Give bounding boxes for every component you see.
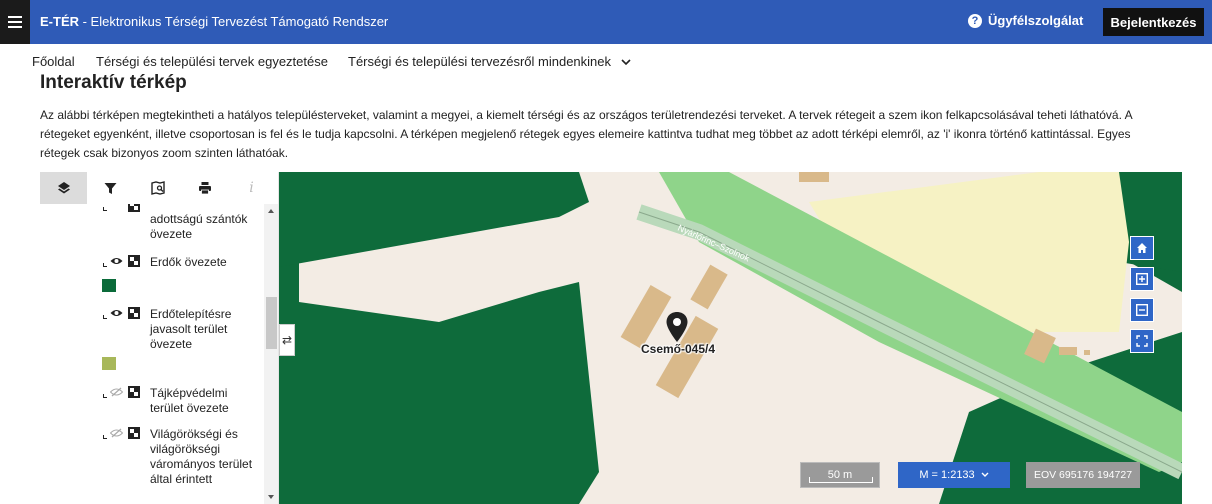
app-title[interactable]: E-TÉR - Elektronikus Térségi Tervezést T… — [40, 14, 388, 29]
tab-print[interactable] — [181, 172, 228, 204]
eye-icon[interactable] — [110, 308, 123, 318]
tab-filter[interactable] — [87, 172, 134, 204]
eye-off-icon[interactable] — [110, 387, 123, 397]
layer-list: adottságú szántók övezete Erdők övezete … — [40, 204, 265, 504]
panel-collapse-button[interactable]: ⇄ — [279, 324, 295, 356]
app-brand: E-TÉR — [40, 14, 79, 29]
expand-arrow-icon[interactable] — [102, 312, 110, 320]
nav-item-plan-coordination[interactable]: Térségi és települési tervek egyeztetése — [96, 54, 328, 69]
help-icon: ? — [968, 13, 982, 28]
layer-label: Erdőtelepítésre javasolt terület övezete — [150, 307, 232, 351]
scale-select[interactable]: M = 1:2133 — [898, 462, 1010, 488]
scale-bar: 50 m — [800, 462, 880, 488]
layer-controls — [102, 204, 148, 216]
parcel-label[interactable]: Csemő-045/4 — [641, 342, 715, 356]
checkerboard-icon[interactable] — [128, 204, 140, 212]
expand-arrow-icon[interactable] — [102, 391, 110, 399]
support-link[interactable]: ? Ügyfélszolgálat — [968, 13, 1083, 28]
support-label: Ügyfélszolgálat — [988, 13, 1084, 28]
layer-list-scrollbar[interactable] — [264, 204, 278, 504]
nav-item-planning-label: Térségi és települési tervezésről minden… — [348, 54, 612, 69]
print-icon — [198, 182, 211, 195]
layer-label: Világörökségi és világörökségi várományo… — [150, 427, 253, 486]
layer-label: Erdők övezete — [150, 255, 227, 269]
filter-icon — [104, 182, 117, 194]
layer-controls — [102, 306, 148, 322]
checkerboard-icon[interactable] — [128, 427, 140, 439]
menu-icon — [8, 16, 22, 28]
scroll-up-icon[interactable] — [268, 209, 274, 213]
coordinate-readout: EOV 695176 194727 — [1026, 462, 1140, 488]
nav-item-home[interactable]: Főoldal — [32, 54, 75, 69]
top-bar: E-TÉR - Elektronikus Térségi Tervezést T… — [0, 0, 1212, 44]
expand-arrow-icon[interactable] — [102, 432, 110, 440]
layer-label: adottságú szántók övezete — [150, 212, 248, 241]
scale-select-label: M = 1:2133 — [919, 469, 975, 481]
map-controls — [1130, 236, 1154, 360]
eye-off-icon[interactable] — [110, 428, 123, 438]
zoom-out-button[interactable] — [1130, 298, 1154, 322]
login-button[interactable]: Bejelentkezés — [1103, 8, 1204, 36]
page-description: Az alábbi térképen megtekintheti a hatál… — [40, 108, 1132, 160]
layer-legend-swatch — [102, 279, 116, 292]
page-title: Interaktív térkép — [40, 72, 187, 93]
zoom-in-button[interactable] — [1130, 267, 1154, 291]
layer-label: Tájképvédelmi terület övezete — [150, 386, 229, 415]
map-canvas[interactable]: Nyárlőrinc–Szolnok — [279, 172, 1182, 504]
layer-controls — [102, 385, 148, 401]
expand-arrow-icon[interactable] — [102, 260, 110, 268]
layers-icon — [57, 182, 70, 194]
panel-tabs: i — [40, 172, 278, 204]
tab-map-search[interactable] — [134, 172, 181, 204]
layer-legend-swatch — [102, 357, 116, 370]
home-icon — [1137, 243, 1147, 253]
tab-info[interactable]: i — [228, 172, 275, 204]
layer-controls — [102, 254, 148, 270]
app-title-text: - Elektronikus Térségi Tervezést Támogat… — [79, 14, 389, 29]
scroll-thumb[interactable] — [266, 297, 277, 349]
layer-panel: i adottságú szántók övezete Erdők övezet… — [40, 172, 279, 504]
map-building — [1059, 347, 1077, 355]
hamburger-menu-button[interactable] — [0, 0, 30, 44]
home-button[interactable] — [1130, 236, 1154, 260]
tab-layers[interactable] — [40, 172, 87, 204]
layer-controls — [102, 426, 148, 442]
chevron-down-icon — [981, 472, 989, 477]
zoom-out-icon — [1136, 304, 1148, 316]
scale-tick — [809, 477, 873, 483]
checkerboard-icon[interactable] — [128, 386, 140, 398]
checkerboard-icon[interactable] — [128, 255, 140, 267]
zoom-in-icon — [1136, 273, 1148, 285]
nav-item-planning-for-everyone[interactable]: Térségi és települési tervezésről minden… — [348, 54, 631, 69]
checkerboard-icon[interactable] — [128, 307, 140, 319]
expand-arrow-icon[interactable] — [102, 204, 110, 212]
eye-icon[interactable] — [110, 256, 123, 266]
fullscreen-icon — [1136, 335, 1148, 347]
map-search-icon — [150, 181, 165, 195]
scroll-down-icon[interactable] — [268, 495, 274, 499]
map-building — [1084, 350, 1090, 355]
info-icon: i — [249, 180, 254, 196]
chevron-down-icon — [621, 59, 631, 66]
map-building — [799, 172, 829, 182]
fullscreen-button[interactable] — [1130, 329, 1154, 353]
